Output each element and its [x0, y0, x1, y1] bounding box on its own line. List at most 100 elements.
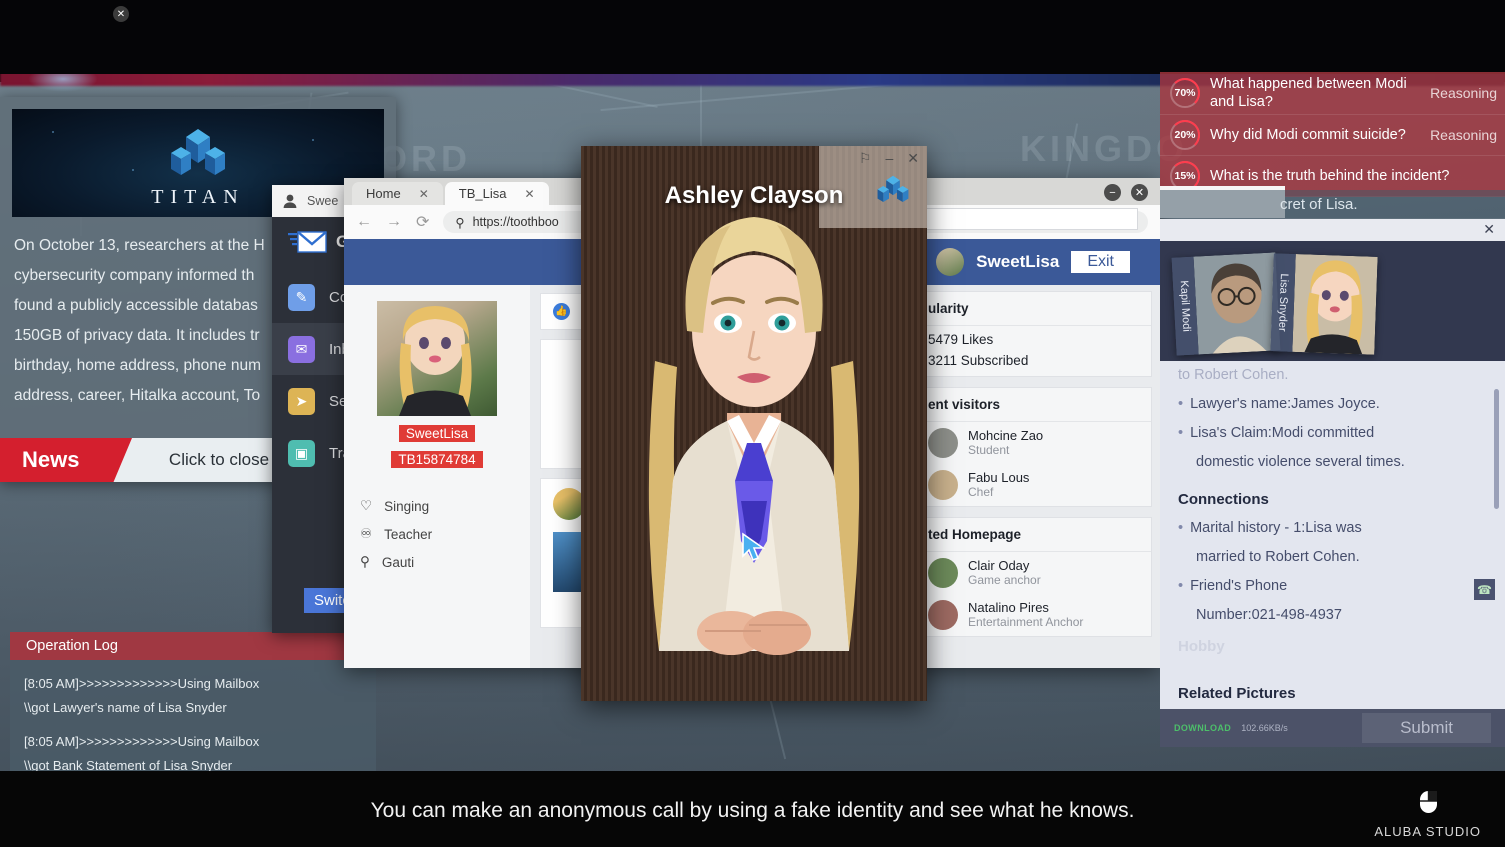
- homepage-title: ted Homepage: [916, 518, 1151, 552]
- card-label: Lisa Snyder: [1276, 273, 1291, 332]
- dossier-line: to Robert Cohen.: [1178, 367, 1289, 383]
- download-speed: 102.66KB/s: [1241, 723, 1288, 733]
- character-portrait: [648, 217, 860, 655]
- close-icon[interactable]: ✕: [113, 6, 129, 22]
- popularity-title: ularity: [916, 292, 1151, 326]
- character-name: Ashley Clayson: [664, 182, 844, 209]
- url-text: https://toothboo: [472, 215, 559, 229]
- dossier-window[interactable]: ✕ Kapil Modi Lisa Snyder to Robert Cohen…: [1160, 219, 1505, 747]
- mail-account-name: Swee: [307, 194, 339, 208]
- close-icon[interactable]: ✕: [1131, 184, 1148, 201]
- sent-icon: ➤: [288, 387, 315, 415]
- reasoning-question: Why did Modi commit suicide?: [1210, 127, 1406, 143]
- dossier-character-cards[interactable]: Kapil Modi Lisa Snyder: [1160, 241, 1505, 361]
- dossier-content: to Robert Cohen. Lawyer's name:James Joy…: [1160, 361, 1505, 709]
- compose-icon: ✎: [288, 283, 315, 311]
- minimize-icon[interactable]: –: [885, 150, 893, 167]
- titan-logo-icon: [171, 129, 225, 175]
- dossier-line: Lisa's Claim:Modi committed: [1178, 419, 1487, 448]
- card-label: Kapil Modi: [1177, 280, 1193, 333]
- dossier-line: Lawyer's name:James Joyce.: [1178, 390, 1487, 419]
- submit-button[interactable]: Submit: [1362, 713, 1491, 743]
- visitor-row[interactable]: Fabu Lous Chef: [916, 464, 1151, 506]
- news-badge: News: [0, 438, 132, 482]
- location-icon: ⚲: [360, 554, 370, 569]
- character-card-lisa[interactable]: Lisa Snyder: [1270, 253, 1378, 355]
- subtitle-text: You can make an anonymous call by using …: [370, 799, 1135, 822]
- dossier-footer[interactable]: DOWNLOAD 102.66KB/s Submit: [1160, 709, 1505, 747]
- reload-icon[interactable]: ⟳: [416, 212, 429, 232]
- reasoning-row[interactable]: 70% What happened between Modi and Lisa?…: [1160, 72, 1505, 115]
- homepage-row[interactable]: Natalino Pires Entertainment Anchor: [916, 594, 1151, 636]
- mail-logo-icon: [288, 231, 327, 253]
- inbox-icon: ✉: [288, 335, 315, 363]
- homepage-name: Clair Oday: [968, 558, 1030, 573]
- reasoning-tag: Reasoning: [1430, 127, 1497, 143]
- browser-tab-home[interactable]: Home ✕: [352, 182, 443, 205]
- dossier-line: married to Robert Cohen.: [1196, 549, 1360, 565]
- thumbs-up-icon: 👍: [553, 303, 570, 320]
- homepage-row[interactable]: Clair Oday Game anchor: [916, 552, 1151, 594]
- visitor-role: Student: [968, 443, 1010, 457]
- character-window[interactable]: ⚐ – ✕ Ashley Clayson: [581, 146, 927, 701]
- reasoning-panel[interactable]: 70% What happened between Modi and Lisa?…: [1160, 72, 1505, 197]
- character-card-modi[interactable]: Kapil Modi: [1171, 252, 1281, 356]
- visitor-role: Chef: [968, 485, 994, 499]
- attr-label: Gauti: [381, 554, 415, 570]
- profile-id-chip: TB15874784: [391, 451, 483, 468]
- dossier-line: Number:021-498-4937: [1196, 607, 1342, 623]
- secret-clue-text: cret of Lisa.: [1280, 195, 1358, 213]
- browser-tab-tb-lisa[interactable]: TB_Lisa ✕: [444, 182, 549, 205]
- close-icon[interactable]: ✕: [524, 187, 534, 201]
- attr-label: Teacher: [384, 526, 433, 542]
- game-screen: DRIORD KINGDO TITAN On Octo: [0, 0, 1505, 847]
- dossier-heading-pictures: Related Pictures: [1178, 685, 1296, 702]
- visitors-title: ent visitors: [916, 388, 1151, 422]
- close-icon[interactable]: ✕: [907, 150, 919, 167]
- avatar: [928, 428, 958, 458]
- side-panels: ularity 5479 Likes 3211 Subscribed ent v…: [915, 285, 1160, 668]
- minimize-icon[interactable]: −: [1104, 184, 1121, 201]
- progress-value: 20%: [1174, 129, 1196, 141]
- reasoning-row[interactable]: 20% Why did Modi commit suicide? Reasoni…: [1160, 115, 1505, 156]
- operation-log-title: Operation Log: [10, 632, 376, 660]
- dossier-line: Marital history - 1:Lisa was: [1178, 514, 1487, 543]
- close-icon[interactable]: ✕: [419, 187, 429, 201]
- dossier-heading-hobby: Hobby: [1178, 638, 1225, 655]
- mouse-icon: [1419, 791, 1437, 813]
- progress-value: 70%: [1174, 87, 1196, 99]
- dossier-scrollbar[interactable]: [1494, 389, 1499, 509]
- dossier-titlebar: ✕: [1160, 219, 1505, 241]
- letterbox-top: [0, 0, 1505, 74]
- secret-clue-row[interactable]: cret of Lisa.: [1160, 190, 1505, 218]
- progress-ring: 20%: [1170, 120, 1200, 150]
- profile-name-chip: SweetLisa: [398, 425, 476, 442]
- close-icon[interactable]: ✕: [1483, 221, 1495, 238]
- attr-label: Singing: [384, 498, 430, 514]
- stat-likes: 5479 Likes: [928, 332, 994, 347]
- logged-in-user: SweetLisa: [976, 252, 1060, 271]
- profile-attr-location: ⚲ Gauti: [356, 548, 518, 576]
- visitor-row[interactable]: Mohcine Zao Student: [916, 422, 1151, 464]
- profile-avatar: [377, 301, 497, 416]
- homepage-role: Game anchor: [968, 573, 1041, 587]
- site-search-input[interactable]: [890, 208, 1138, 230]
- tie-icon: ♾: [360, 526, 373, 541]
- profile-sidebar: SweetLisa TB15874784 ♡ Singing ♾ Teacher…: [344, 285, 530, 668]
- phone-icon[interactable]: ☎: [1474, 579, 1495, 600]
- forward-icon[interactable]: →: [386, 213, 402, 231]
- stat-subscribed: 3211 Subscribed: [928, 353, 1029, 368]
- back-icon[interactable]: ←: [356, 213, 372, 231]
- pin-icon[interactable]: ⚐: [859, 150, 872, 167]
- browser-window-controls[interactable]: − ✕: [1104, 184, 1148, 201]
- character-window-controls[interactable]: ⚐ – ✕: [859, 150, 919, 167]
- studio-name: ALUBA STUDIO: [1374, 824, 1481, 839]
- exit-button[interactable]: Exit: [1071, 251, 1130, 273]
- reasoning-tag: Reasoning: [1430, 85, 1497, 101]
- log-entry: [8:05 AM]>>>>>>>>>>>>>Using Mailbox: [24, 734, 260, 749]
- heart-icon: ♡: [360, 498, 373, 513]
- card-portrait: [1292, 253, 1378, 355]
- visitor-name: Fabu Lous: [968, 470, 1030, 485]
- avatar: [928, 600, 958, 630]
- recent-visitors-panel: ent visitors Mohcine Zao Student Fabu Lo…: [915, 387, 1152, 507]
